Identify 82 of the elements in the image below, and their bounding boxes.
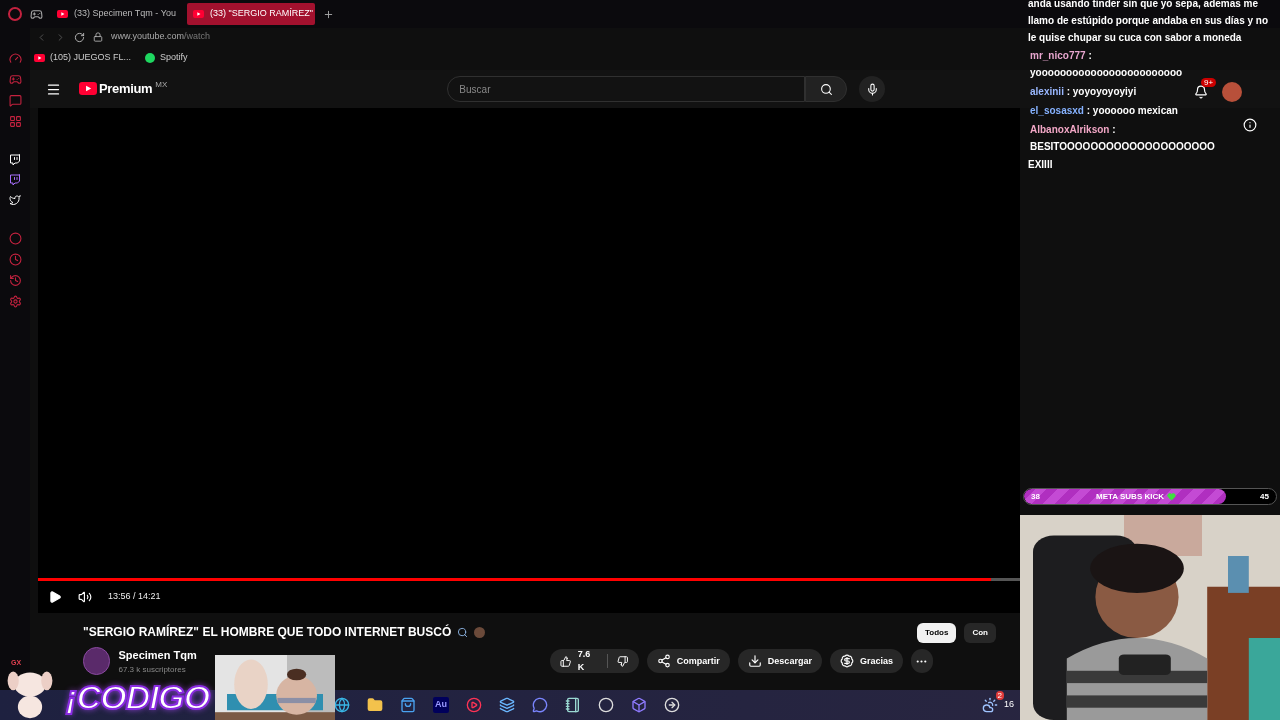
share-icon [656,654,671,669]
menu-icon[interactable] [46,81,61,97]
video-title: "SERGIO RAMÍREZ" EL HOMBRE QUE TODO INTERNET BUSCÓ [83,623,452,641]
emoji-icon [474,626,486,638]
mic-icon [865,82,879,96]
message-icon[interactable] [8,94,22,107]
channel-name[interactable]: Specimen Tqm [118,647,197,664]
new-tab-icon[interactable] [323,8,334,20]
filter-chip[interactable]: Con [964,623,996,643]
sticker-text: ¡CODIGO [66,680,210,714]
subscriber-count: 67.3 k suscriptores [118,663,186,676]
clock-icon[interactable] [8,253,22,266]
action-button[interactable]: Compartir [646,649,730,674]
bag-icon[interactable] [400,697,416,713]
chat-text: anda usando tinder sin que yo sepa, ademas me llamo de estúpido porque andaba en sus días y no le quise chupar su cuca con sabor a moneda [1027,0,1270,45]
browser-logo-icon[interactable] [8,7,22,21]
bookmark[interactable]: (105) JUEGOS FL... [34,51,132,65]
mic-button[interactable] [859,76,886,102]
notebook-icon[interactable] [565,697,581,713]
chat-message: alexinii : yoyoyoyoyiyi [1029,85,1138,99]
youtube-logo-icon [79,82,97,96]
magnifier-icon [457,626,469,638]
heart-icon [1167,492,1176,501]
action-button[interactable]: Descargar [737,649,822,674]
chat-message: el_sosasxd : yoooooo mexican [1029,104,1179,118]
action-button[interactable]: Gracias [829,649,903,674]
url-field[interactable]: www.youtube.com/watch [111,30,211,44]
video-player[interactable]: 13:56 / 14:21 [38,108,1020,613]
chat-text: EXIIII [1027,158,1054,172]
dollar-icon [839,654,854,669]
dislike-icon[interactable] [617,654,629,668]
like-count[interactable]: 7.6 K [577,647,597,675]
grid-icon[interactable] [8,115,22,128]
bookmark[interactable]: Spotify [145,51,188,65]
logo-text: Premium [99,80,153,99]
goal-label: META SUBS KICK [1096,490,1164,503]
download-icon [747,654,762,669]
youtube-icon [34,54,45,62]
weather-badge: 2 [995,691,1004,700]
bookmark-label: (105) JUEGOS FL... [50,51,132,65]
twitch-icon[interactable] [9,174,21,186]
goal-end: 45 [1260,490,1269,503]
browser-tab[interactable]: (33) Specimen Tqm - You [51,3,179,25]
like-icon[interactable] [560,654,572,668]
bookmark-label: Spotify [160,51,188,65]
info-icon[interactable] [1243,118,1257,132]
volume-icon[interactable] [78,590,92,604]
settings-icon[interactable] [8,295,22,308]
channel-avatar[interactable] [83,647,111,676]
history-icon[interactable] [8,274,22,287]
search-field[interactable]: Buscar [447,76,806,102]
search-icon [819,82,833,96]
globe-icon[interactable] [334,697,350,713]
gamepad-icon[interactable] [30,7,43,21]
time-display: 13:56 / 14:21 [108,590,161,604]
browser-tab[interactable]: (33) "SERGIO RAMÍREZ" [187,3,315,25]
notification-icon[interactable] [1194,85,1208,99]
chat-bubble-icon[interactable] [532,697,548,713]
chat-message: AlbanoxAlrikson : BESITOOOOOOOOOOOOOOOOOOOO [1029,123,1216,154]
folder-icon[interactable] [367,697,383,713]
layers-icon[interactable] [499,697,515,713]
clock-text: 16 [1004,698,1014,712]
bird-icon[interactable] [9,194,21,206]
more-button[interactable] [910,649,933,674]
tab-title: (33) "SERGIO RAMÍREZ" [210,7,313,21]
spotify-icon [145,53,156,63]
filter-chip[interactable]: Todos [917,623,957,643]
audition-app-icon[interactable]: Au [433,697,449,713]
gauge-icon[interactable] [8,52,22,65]
gamepad-icon[interactable] [8,73,22,86]
weather-icon[interactable] [982,697,998,713]
notification-badge: 9+ [1201,78,1217,87]
cube-icon[interactable] [631,697,647,713]
youtube-icon [193,10,204,18]
tab-title: (33) Specimen Tqm - You [74,7,176,21]
play-icon[interactable] [48,590,62,604]
reload-icon[interactable] [74,31,85,43]
region-label: MX [155,79,168,92]
lock-icon [93,32,103,42]
search-button[interactable] [805,76,848,102]
goal-start: 38 [1031,490,1040,503]
youtube-icon [57,10,68,18]
